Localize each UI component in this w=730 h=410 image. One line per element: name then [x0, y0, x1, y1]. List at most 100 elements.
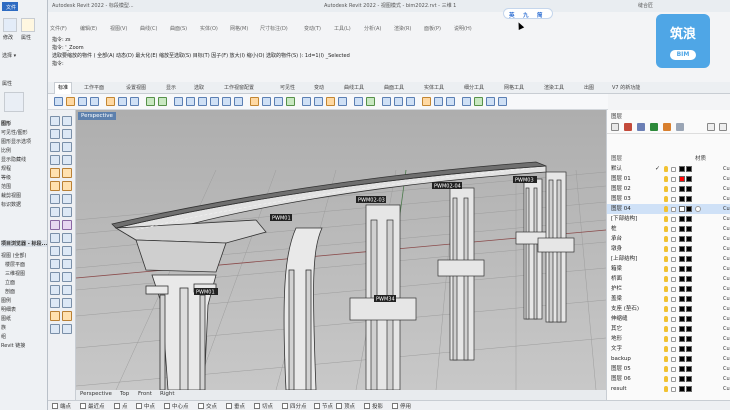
layer-lock-icon[interactable] [671, 387, 676, 392]
layer-linetype-swatch[interactable] [686, 356, 692, 362]
move-up-icon[interactable] [637, 123, 645, 131]
layer-linetype-swatch[interactable] [686, 186, 692, 192]
four-view-icon[interactable] [262, 97, 271, 106]
layer-visible-icon[interactable] [664, 226, 668, 232]
boolean-difference-icon[interactable] [62, 233, 72, 243]
layer-color-swatch[interactable] [679, 316, 685, 322]
layer-lock-icon[interactable] [671, 347, 676, 352]
mirror-icon[interactable] [62, 298, 72, 308]
viewport-title[interactable]: Perspective [78, 112, 116, 120]
layer-linetype-swatch[interactable] [686, 286, 692, 292]
layer-row[interactable]: 桩 Cu [607, 224, 730, 234]
viewport-tab-top[interactable]: Top [120, 391, 129, 397]
menu-file[interactable]: 文件(F) [50, 25, 67, 32]
perspective-viewport[interactable]: PWM01 PWM01 PWM02-03 PWM02-04 PWM03 PWM3… [76, 110, 606, 390]
ime-lang[interactable]: 英 [509, 11, 515, 19]
revit-tree-row[interactable]: 明细表 [1, 306, 16, 313]
revit-tree-row[interactable]: 立面 [1, 279, 15, 286]
layer-row[interactable]: 图层 05 Cu [607, 364, 730, 374]
curve-icon[interactable] [62, 129, 72, 139]
osnap-midpoint[interactable]: 中点 [144, 402, 155, 410]
save-icon[interactable] [78, 97, 87, 106]
layer-color-swatch[interactable] [679, 206, 685, 212]
revit-prop-row[interactable]: 裁剪视图 [1, 192, 21, 199]
osnap-checkbox[interactable] [314, 403, 320, 409]
layer-lock-icon[interactable] [671, 317, 676, 322]
options-icon[interactable] [486, 97, 495, 106]
light-icon[interactable] [422, 97, 431, 106]
layer-linetype-swatch[interactable] [686, 176, 692, 182]
dimension-tool-icon[interactable] [50, 324, 60, 334]
layer-color-swatch[interactable] [679, 166, 685, 172]
orient-icon[interactable] [62, 311, 72, 321]
ime-toolbar[interactable]: 英 九 简 [503, 8, 553, 19]
lock-object-icon[interactable] [326, 97, 335, 106]
polygon-icon[interactable] [62, 155, 72, 165]
loft-icon[interactable] [62, 168, 72, 178]
rotate-view-icon[interactable] [186, 97, 195, 106]
show-object-icon[interactable] [314, 97, 323, 106]
layer-lock-icon[interactable] [671, 377, 676, 382]
layer-lock-icon[interactable] [671, 297, 676, 302]
layer-color-swatch[interactable] [679, 346, 685, 352]
layer-material-icon[interactable] [695, 206, 701, 212]
layer-row[interactable]: 盖梁 Cu [607, 294, 730, 304]
osnap-project[interactable]: 投影 [372, 402, 383, 410]
cut-icon[interactable] [106, 97, 115, 106]
layer-linetype-swatch[interactable] [686, 196, 692, 202]
osnap-checkbox[interactable] [198, 403, 204, 409]
settings-icon[interactable] [719, 123, 727, 131]
osnap-checkbox[interactable] [226, 403, 232, 409]
layer-color-swatch[interactable] [679, 256, 685, 262]
layer-color-swatch[interactable] [679, 286, 685, 292]
layer-linetype-swatch[interactable] [686, 326, 692, 332]
osnap-checkbox[interactable] [392, 403, 398, 409]
layer-color-swatch[interactable] [679, 176, 685, 182]
layer-color-swatch[interactable] [679, 386, 685, 392]
split-icon[interactable] [50, 259, 60, 269]
layer-color-swatch[interactable] [679, 246, 685, 252]
move-down-icon[interactable] [650, 123, 658, 131]
ime-script[interactable]: 简 [537, 11, 543, 19]
command-prompt[interactable]: 指令: [52, 60, 608, 68]
layer-visible-icon[interactable] [664, 336, 668, 342]
revit-tree-row[interactable]: 三维视图 [1, 270, 25, 277]
zoom-dynamic-icon[interactable] [198, 97, 207, 106]
tab-mesh-tools[interactable]: 网格工具 [504, 84, 524, 91]
layer-row[interactable]: 护栏 Cu [607, 284, 730, 294]
layer-visible-icon[interactable] [664, 346, 668, 352]
layer-lock-icon[interactable] [671, 327, 676, 332]
tab-solid-tools[interactable]: 实体工具 [424, 84, 444, 91]
revit-tree-row[interactable]: 视图 (全部) [1, 252, 27, 259]
layer-color-swatch[interactable] [679, 236, 685, 242]
viewport-tab-right[interactable]: Right [160, 391, 174, 397]
osnap-checkbox[interactable] [52, 403, 58, 409]
layer-lock-icon[interactable] [671, 187, 676, 192]
boolean-union-icon[interactable] [50, 233, 60, 243]
osnap-checkbox[interactable] [80, 403, 86, 409]
layer-lock-icon[interactable] [671, 287, 676, 292]
surface-icon[interactable] [50, 168, 60, 178]
rectangle-icon[interactable] [50, 155, 60, 165]
layer-visible-icon[interactable] [664, 276, 668, 282]
revit-tree-row[interactable]: Revit 链接 [1, 342, 25, 349]
shaded-icon[interactable] [382, 97, 391, 106]
revit-prop-row[interactable]: 显示隐藏线 [1, 156, 26, 163]
osnap-tangent[interactable]: 切点 [262, 402, 273, 410]
osnap-point[interactable]: 点 [122, 402, 128, 410]
layer-linetype-swatch[interactable] [686, 246, 692, 252]
menu-curve[interactable]: 曲线(C) [140, 25, 157, 32]
circle-icon[interactable] [50, 142, 60, 152]
menu-view[interactable]: 视图(V) [110, 25, 127, 32]
osnap-knot[interactable]: 节点 [322, 402, 333, 410]
osnap-checkbox[interactable] [114, 403, 120, 409]
menu-render[interactable]: 渲染(R) [394, 25, 411, 32]
layer-linetype-swatch[interactable] [686, 316, 692, 322]
layer-visible-icon[interactable] [664, 246, 668, 252]
revit-prop-row[interactable]: 比例 [1, 147, 11, 154]
menu-help[interactable]: 说明(H) [454, 25, 472, 32]
revit-tree-row[interactable]: 组 [1, 333, 6, 340]
layer-tools-icon[interactable] [676, 123, 684, 131]
layer-lock-icon[interactable] [671, 257, 676, 262]
layer-row[interactable]: 支座 (垫石) Cu [607, 304, 730, 314]
